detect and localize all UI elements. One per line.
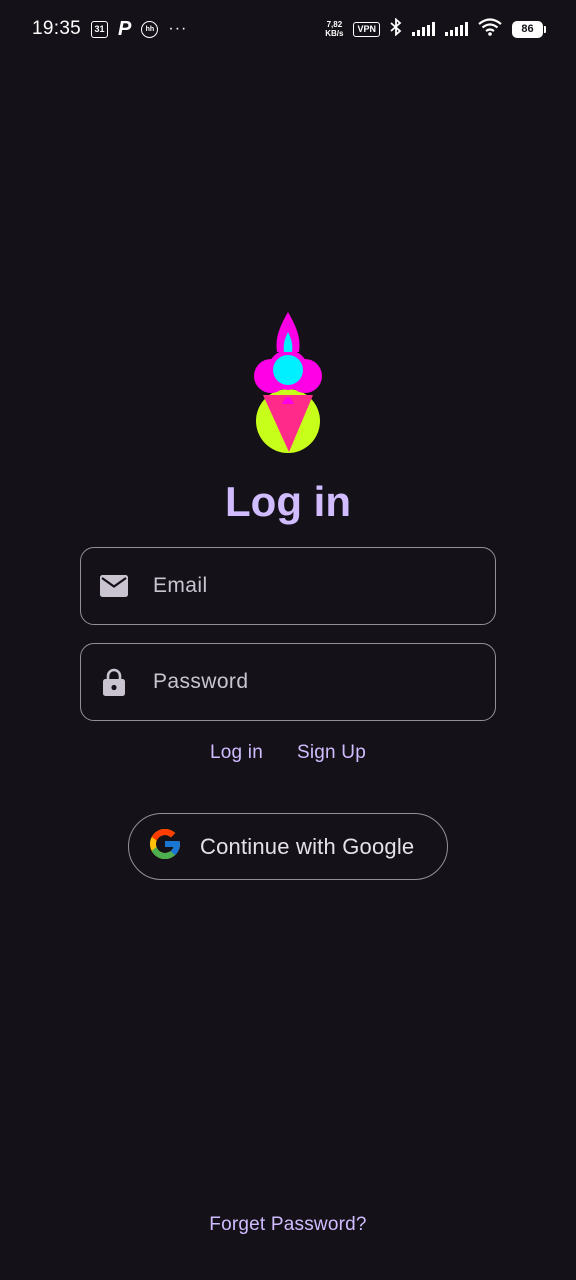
- password-placeholder: Password: [153, 670, 249, 693]
- email-placeholder: Email: [153, 574, 208, 597]
- page-title: Log in: [225, 478, 351, 525]
- status-time: 19:35: [32, 18, 82, 39]
- auth-links: Log in Sign Up: [0, 742, 576, 764]
- email-field[interactable]: Email: [80, 547, 496, 625]
- network-speed-value: 7,82: [326, 20, 343, 29]
- signal-icon-2: [445, 22, 468, 36]
- app-logo: [252, 308, 324, 456]
- google-icon: [147, 826, 183, 867]
- password-field[interactable]: Password: [80, 643, 496, 721]
- network-speed: 7,82 KB/s: [325, 20, 343, 38]
- lock-icon: [97, 667, 131, 697]
- more-notifications-icon: ···: [168, 20, 188, 37]
- continue-with-google-button[interactable]: Continue with Google: [128, 813, 448, 880]
- battery-level: 86: [512, 20, 543, 38]
- status-bar: 19:35 31 P hh ··· 7,82 KB/s VPN 86: [0, 0, 576, 58]
- vpn-icon: VPN: [353, 21, 380, 37]
- wifi-icon: [478, 17, 502, 41]
- google-button-label: Continue with Google: [200, 833, 415, 859]
- signup-button[interactable]: Sign Up: [297, 742, 366, 764]
- login-button[interactable]: Log in: [210, 742, 263, 764]
- status-bar-left: 19:35 31 P hh ···: [32, 18, 187, 41]
- battery-icon: 86: [512, 20, 546, 38]
- hh-app-icon: hh: [141, 20, 159, 38]
- forget-password-link[interactable]: Forget Password?: [0, 1214, 576, 1236]
- network-speed-unit: KB/s: [325, 29, 344, 38]
- p-app-icon: P: [118, 17, 132, 40]
- signal-icon-1: [412, 22, 435, 36]
- mail-icon: [97, 574, 131, 598]
- calendar-icon: 31: [91, 20, 109, 38]
- status-bar-right: 7,82 KB/s VPN 86: [325, 17, 546, 41]
- bluetooth-icon: [390, 17, 402, 41]
- login-screen: 19:35 31 P hh ··· 7,82 KB/s VPN 86 Log i…: [0, 0, 576, 1280]
